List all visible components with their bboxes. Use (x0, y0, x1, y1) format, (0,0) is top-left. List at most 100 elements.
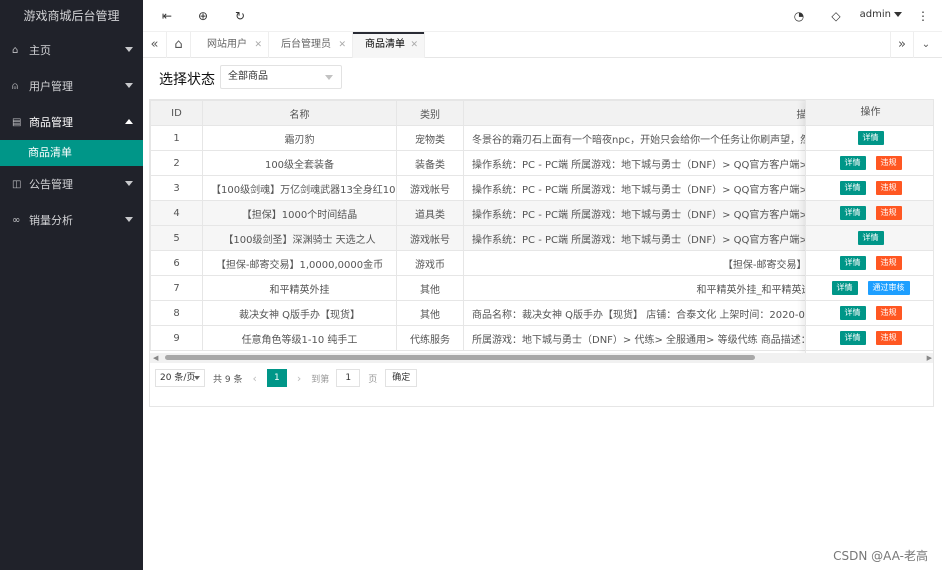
cell-id: 1 (150, 125, 203, 151)
ops-row: 详情 违规 (806, 151, 933, 176)
violation-button[interactable]: 违规 (875, 331, 902, 345)
cell-id: 4 (150, 200, 203, 226)
sidebar-item-label: 商品管理 (29, 116, 73, 129)
cell-name: 和平精英外挂 (202, 275, 397, 301)
close-icon[interactable]: ✕ (410, 32, 418, 58)
chevron-down-icon (194, 376, 200, 380)
tag-icon[interactable]: ◇ (828, 8, 844, 24)
prev-page-icon[interactable]: ‹ (252, 372, 256, 385)
detail-button[interactable]: 详情 (839, 331, 866, 345)
sidebar-item-goods[interactable]: ▤ 商品管理 (0, 104, 143, 140)
status-select-value: 全部商品 (228, 71, 268, 82)
user-menu[interactable]: admin (860, 9, 902, 20)
next-page-icon[interactable]: › (297, 372, 301, 385)
ops-row: 详情 违规 (806, 326, 933, 351)
cell-id: 5 (150, 225, 203, 251)
cell-category: 宠物类 (396, 125, 464, 151)
violation-button[interactable]: 违规 (875, 181, 902, 195)
cell-id: 6 (150, 250, 203, 276)
detail-button[interactable]: 详情 (839, 156, 866, 170)
detail-button[interactable]: 详情 (839, 256, 866, 270)
tab-scroll-left-icon[interactable]: « (143, 32, 167, 58)
sidebar-item-users[interactable]: ⍝ 用户管理 (0, 68, 143, 104)
status-select[interactable]: 全部商品 (220, 65, 342, 89)
chevron-down-icon (325, 75, 333, 80)
watermark: CSDN @AA-老高 (833, 549, 928, 563)
ops-row: 详情 (806, 226, 933, 251)
main-content: 选择状态 全部商品 ID 名称 类别 描述 1 霜刃豹 宠物类 (143, 59, 942, 570)
cell-name: 100级全套装备 (202, 150, 397, 176)
cell-id: 7 (150, 275, 203, 301)
cell-name: 裁决女神 Q版手办【现货】 (202, 300, 397, 326)
close-icon[interactable]: ✕ (338, 32, 346, 58)
violation-button[interactable]: 违规 (875, 306, 902, 320)
chevron-down-icon (125, 83, 133, 88)
home-icon: ⌂ (12, 44, 19, 56)
chevron-up-icon (125, 119, 133, 124)
close-icon[interactable]: ✕ (254, 32, 262, 58)
tab-goods-list[interactable]: 商品清单 ✕ (353, 32, 425, 58)
violation-button[interactable]: 违规 (875, 206, 902, 220)
ops-row: 详情 (806, 126, 933, 151)
ops-row: 详情 违规 (806, 251, 933, 276)
cell-name: 【担保】1000个时间结晶 (202, 200, 397, 226)
cell-id: 3 (150, 175, 203, 201)
current-page[interactable]: 1 (266, 369, 287, 387)
violation-button[interactable]: 违规 (875, 256, 902, 270)
goods-table: ID 名称 类别 描述 1 霜刃豹 宠物类 冬景谷的霜刃石上面有一个暗夜npc，… (149, 99, 934, 407)
chevron-down-icon (125, 217, 133, 222)
cell-category: 其他 (396, 300, 464, 326)
sidebar-item-analysis[interactable]: ∞ 销量分析 (0, 202, 143, 238)
tab-admins[interactable]: 后台管理员 ✕ (269, 32, 353, 58)
sidebar-item-home[interactable]: ⌂ 主页 (0, 32, 143, 68)
filter-label: 选择状态 (159, 72, 215, 88)
ops-row: 详情 违规 (806, 176, 933, 201)
detail-button[interactable]: 详情 (857, 131, 884, 145)
detail-button[interactable]: 详情 (839, 306, 866, 320)
page-size-select[interactable]: 20 条/页 (155, 369, 205, 387)
user-icon: ⍝ (12, 80, 18, 92)
detail-button[interactable]: 详情 (831, 281, 858, 295)
col-header-name[interactable]: 名称 (202, 100, 397, 126)
tab-menu-chevron-icon[interactable]: ⌄ (914, 32, 938, 58)
cell-id: 9 (150, 325, 203, 351)
detail-button[interactable]: 详情 (839, 206, 866, 220)
cell-name: 【100级剑圣】深渊骑士 天选之人 (202, 225, 397, 251)
tab-scroll-right-icon[interactable]: » (890, 32, 914, 58)
theme-icon[interactable]: ◔ (791, 8, 807, 24)
sidebar-item-notice[interactable]: ◫ 公告管理 (0, 166, 143, 202)
cell-id: 8 (150, 300, 203, 326)
scroll-right-arrow-icon[interactable]: ▶ (927, 354, 932, 362)
page-label: 页 (368, 374, 378, 385)
sidebar-subitem-goods-list[interactable]: 商品清单 (0, 140, 143, 166)
scroll-left-arrow-icon[interactable]: ◀ (153, 354, 158, 362)
home-tab-icon[interactable]: ⌂ (167, 32, 191, 58)
username: admin (859, 9, 891, 20)
detail-button[interactable]: 详情 (857, 231, 884, 245)
app-logo-title: 游戏商城后台管理 (23, 9, 120, 23)
approve-button[interactable]: 通过审核 (867, 281, 910, 295)
cell-category: 游戏帐号 (396, 175, 464, 201)
menu-fold-icon[interactable]: ⇤ (159, 8, 175, 24)
violation-button[interactable]: 违规 (875, 156, 902, 170)
pagination: 20 条/页 共 9 条 ‹ 1 › 到第 1 页 确定 (155, 367, 418, 389)
cell-name: 【担保-邮寄交易】1,0000,0000金币 (202, 250, 397, 276)
horizontal-scrollbar[interactable]: ◀ ▶ (150, 353, 933, 363)
more-vertical-icon[interactable]: ⋮ (915, 8, 931, 24)
ops-row: 详情 违规 (806, 301, 933, 326)
scrollbar-thumb[interactable] (165, 355, 755, 360)
tab-label: 后台管理员 (281, 39, 331, 50)
globe-icon[interactable]: ⊕ (195, 8, 211, 24)
tab-site-users[interactable]: 网站用户 ✕ (195, 32, 269, 58)
sidebar-item-label: 主页 (29, 44, 51, 57)
goto-confirm-button[interactable]: 确定 (385, 369, 418, 387)
ops-fixed-column: 操作 详情 详情 违规 详情 违规 详情 违规 详情 详情 违规 详情 通过审核… (805, 100, 933, 353)
goto-page-input[interactable]: 1 (336, 369, 361, 387)
detail-button[interactable]: 详情 (839, 181, 866, 195)
col-header-category[interactable]: 类别 (396, 100, 464, 126)
cell-name: 任意角色等级1-10 纯手工 (202, 325, 397, 351)
col-header-id[interactable]: ID (150, 100, 203, 126)
total-count: 共 9 条 (213, 374, 243, 385)
refresh-icon[interactable]: ↻ (232, 8, 248, 24)
chevron-down-icon (894, 11, 902, 17)
